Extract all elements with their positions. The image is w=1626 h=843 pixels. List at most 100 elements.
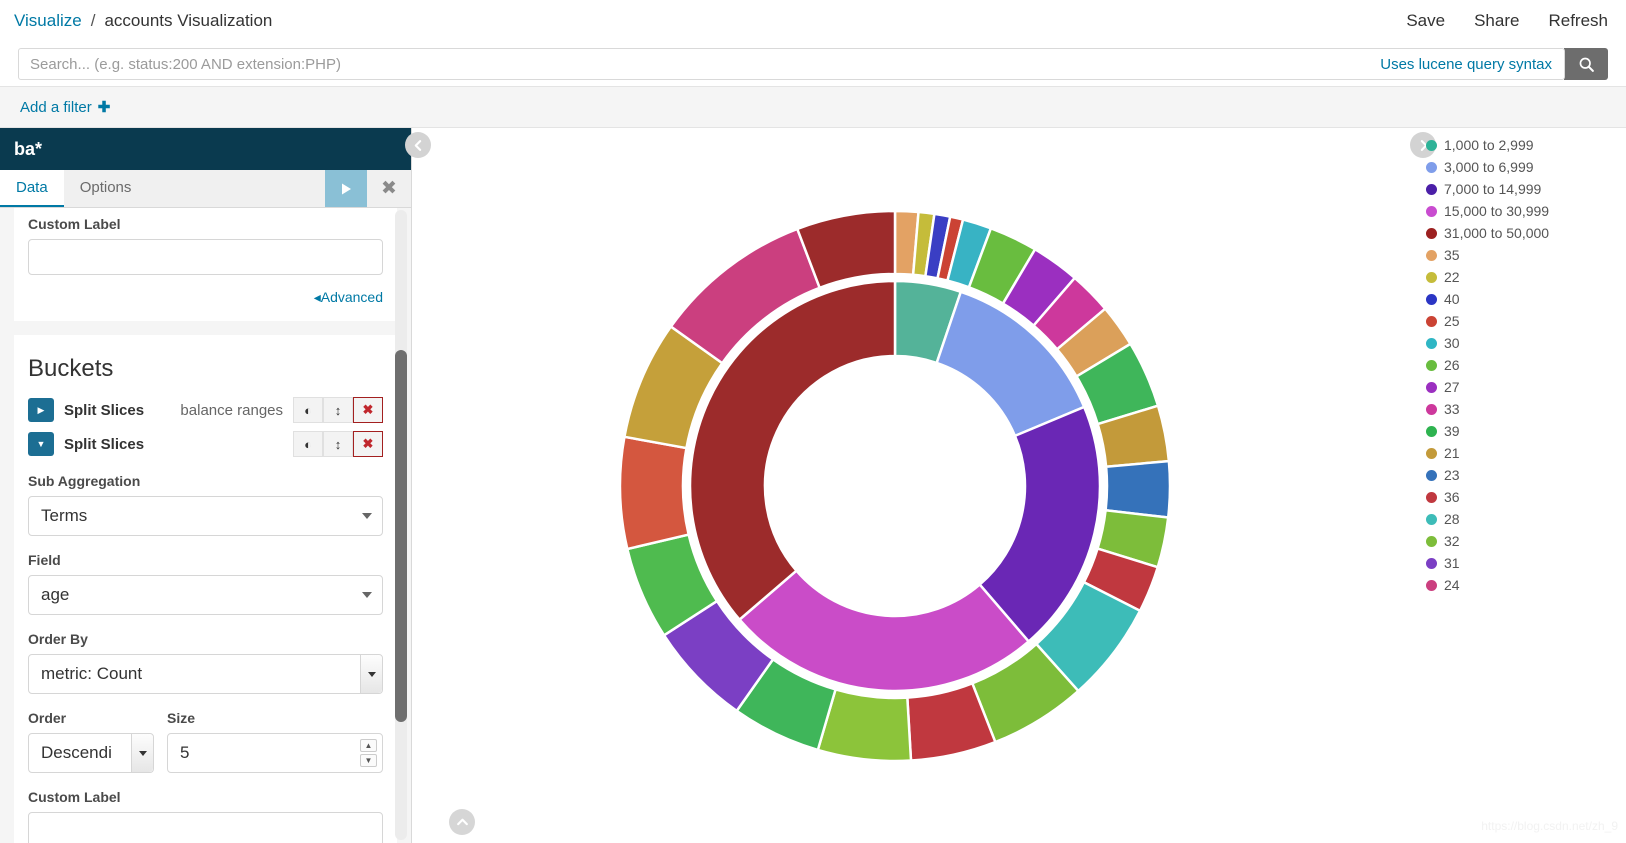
legend-color-swatch bbox=[1426, 469, 1437, 481]
add-filter-button[interactable]: Add a filter ✚ bbox=[20, 98, 111, 117]
breadcrumb-visualize-link[interactable]: Visualize bbox=[14, 11, 82, 31]
legend-item-label: 35 bbox=[1444, 247, 1460, 263]
bucket-row-split-slices-2[interactable]: ▼ Split Slices ◐ ↕ ✖ bbox=[28, 431, 383, 457]
visualization-canvas: 1,000 to 2,999 3,000 to 6,999 7,000 to 14,… bbox=[405, 128, 1626, 843]
move-bucket-button-2[interactable]: ↕ bbox=[323, 431, 353, 457]
stepper-down-icon[interactable]: ▼ bbox=[360, 754, 377, 767]
order-by-select-wrapper[interactable]: metric: Count bbox=[28, 654, 383, 694]
order-size-row: Order Descendi Size 5 ▲ ▼ bbox=[28, 710, 383, 773]
legend-item[interactable]: 21 bbox=[1426, 442, 1620, 464]
donut-slice[interactable] bbox=[618, 434, 690, 551]
legend-item-label: 22 bbox=[1444, 269, 1460, 285]
legend-color-swatch bbox=[1426, 205, 1437, 217]
advanced-row: ◂Advanced bbox=[28, 289, 383, 307]
quantity-stepper[interactable]: ▲ ▼ bbox=[360, 739, 377, 767]
legend-item-label: 31 bbox=[1444, 555, 1460, 571]
tab-data[interactable]: Data bbox=[0, 170, 64, 207]
size-label: Size bbox=[167, 710, 196, 726]
legend-color-swatch bbox=[1426, 183, 1437, 195]
advanced-toggle-link[interactable]: ◂Advanced bbox=[314, 289, 383, 305]
legend-item[interactable]: 40 bbox=[1426, 288, 1620, 310]
buckets-heading: Buckets bbox=[28, 355, 114, 382]
bucket-label-1: Split Slices bbox=[64, 401, 145, 419]
legend-item[interactable]: 33 bbox=[1426, 398, 1620, 420]
share-button[interactable]: Share bbox=[1474, 11, 1519, 31]
legend-item[interactable]: 36 bbox=[1426, 486, 1620, 508]
order-group: Order Descendi bbox=[28, 710, 154, 773]
move-bucket-button-1[interactable]: ↕ bbox=[323, 397, 353, 423]
legend-item[interactable]: 27 bbox=[1426, 376, 1620, 398]
bucket-row-split-slices-1[interactable]: ▶ Split Slices balance ranges ◐ ↕ ✖ bbox=[28, 397, 383, 423]
metric-custom-label-title: Custom Label bbox=[28, 216, 121, 232]
field-label: Field bbox=[28, 552, 61, 568]
legend-item[interactable]: 28 bbox=[1426, 508, 1620, 530]
legend-color-swatch bbox=[1426, 139, 1437, 151]
chevron-right-icon[interactable]: ▶ bbox=[28, 398, 54, 422]
search-input[interactable] bbox=[19, 49, 1381, 79]
legend-item-label: 26 bbox=[1444, 357, 1460, 373]
legend-color-swatch bbox=[1426, 381, 1437, 393]
donut-chart-container bbox=[413, 128, 1376, 843]
toggle-enable-button-2[interactable]: ◐ bbox=[293, 431, 323, 457]
save-button[interactable]: Save bbox=[1406, 11, 1445, 31]
legend-item-label: 25 bbox=[1444, 313, 1460, 329]
legend-item[interactable]: 15,000 to 30,999 bbox=[1426, 200, 1620, 222]
legend-item-label: 40 bbox=[1444, 291, 1460, 307]
toggle-enable-button-1[interactable]: ◐ bbox=[293, 397, 323, 423]
legend-item[interactable]: 3,000 to 6,999 bbox=[1426, 156, 1620, 178]
field-select[interactable]: age bbox=[28, 575, 383, 615]
legend-item[interactable]: 30 bbox=[1426, 332, 1620, 354]
tab-options[interactable]: Options bbox=[64, 170, 148, 207]
legend-color-swatch bbox=[1426, 249, 1437, 261]
editor-tab-actions: ✖ bbox=[325, 170, 411, 207]
legend-color-swatch bbox=[1426, 513, 1437, 525]
refresh-button[interactable]: Refresh bbox=[1548, 11, 1608, 31]
legend-color-swatch bbox=[1426, 337, 1437, 349]
chevron-down-icon[interactable]: ▼ bbox=[28, 432, 54, 456]
legend-item[interactable]: 32 bbox=[1426, 530, 1620, 552]
bucket-custom-label-input[interactable] bbox=[28, 812, 383, 843]
search-submit-button[interactable] bbox=[1564, 48, 1608, 80]
legend-item[interactable]: 25 bbox=[1426, 310, 1620, 332]
legend-item[interactable]: 26 bbox=[1426, 354, 1620, 376]
breadcrumb-separator: / bbox=[90, 11, 96, 30]
legend-item-label: 24 bbox=[1444, 577, 1460, 593]
legend-item-label: 15,000 to 30,999 bbox=[1444, 203, 1550, 219]
legend-item[interactable]: 22 bbox=[1426, 266, 1620, 288]
legend-item[interactable]: 39 bbox=[1426, 420, 1620, 442]
legend-color-swatch bbox=[1426, 557, 1437, 569]
stepper-up-icon[interactable]: ▲ bbox=[360, 739, 377, 752]
legend-item[interactable]: 24 bbox=[1426, 574, 1620, 596]
remove-bucket-button-1[interactable]: ✖ bbox=[353, 397, 383, 423]
metric-custom-label-input[interactable] bbox=[28, 239, 383, 275]
donut-slice[interactable] bbox=[1103, 459, 1171, 519]
remove-bucket-button-2[interactable]: ✖ bbox=[353, 431, 383, 457]
editor-scrollbar-thumb[interactable] bbox=[395, 350, 407, 722]
breadcrumb-current: accounts Visualization bbox=[104, 11, 273, 30]
editor-scrollbar[interactable] bbox=[395, 210, 407, 840]
field-select-wrapper[interactable]: age bbox=[28, 575, 383, 615]
legend-color-swatch bbox=[1426, 425, 1437, 437]
sub-aggregation-select-wrapper[interactable]: Terms bbox=[28, 496, 383, 536]
legend-item[interactable]: 7,000 to 14,999 bbox=[1426, 178, 1620, 200]
field-group: Field age bbox=[28, 552, 383, 615]
size-input[interactable]: 5 bbox=[167, 733, 383, 773]
lucene-syntax-link[interactable]: Uses lucene query syntax bbox=[1380, 56, 1564, 73]
apply-changes-button[interactable] bbox=[325, 170, 367, 207]
order-select-wrapper[interactable]: Descendi bbox=[28, 733, 154, 773]
size-input-wrapper[interactable]: 5 ▲ ▼ bbox=[167, 733, 383, 773]
legend-item[interactable]: 31 bbox=[1426, 552, 1620, 574]
close-icon: ✖ bbox=[381, 178, 397, 199]
watermark-text: https://blog.csdn.net/zh_9 bbox=[1481, 819, 1618, 833]
order-by-select[interactable]: metric: Count bbox=[28, 654, 383, 694]
plus-icon: ✚ bbox=[97, 99, 111, 116]
sub-aggregation-select[interactable]: Terms bbox=[28, 496, 383, 536]
legend-item[interactable]: 1,000 to 2,999 bbox=[1426, 134, 1620, 156]
close-editor-button[interactable]: ✖ bbox=[367, 170, 411, 207]
legend-item[interactable]: 31,000 to 50,000 bbox=[1426, 222, 1620, 244]
legend-item[interactable]: 35 bbox=[1426, 244, 1620, 266]
editor-scroll-body[interactable]: Custom Label ◂Advanced Buckets ▶ Split S… bbox=[0, 208, 411, 843]
bucket-custom-label-group: Custom Label bbox=[28, 789, 383, 843]
legend-item[interactable]: 23 bbox=[1426, 464, 1620, 486]
sunburst-donut-chart[interactable] bbox=[585, 176, 1205, 796]
